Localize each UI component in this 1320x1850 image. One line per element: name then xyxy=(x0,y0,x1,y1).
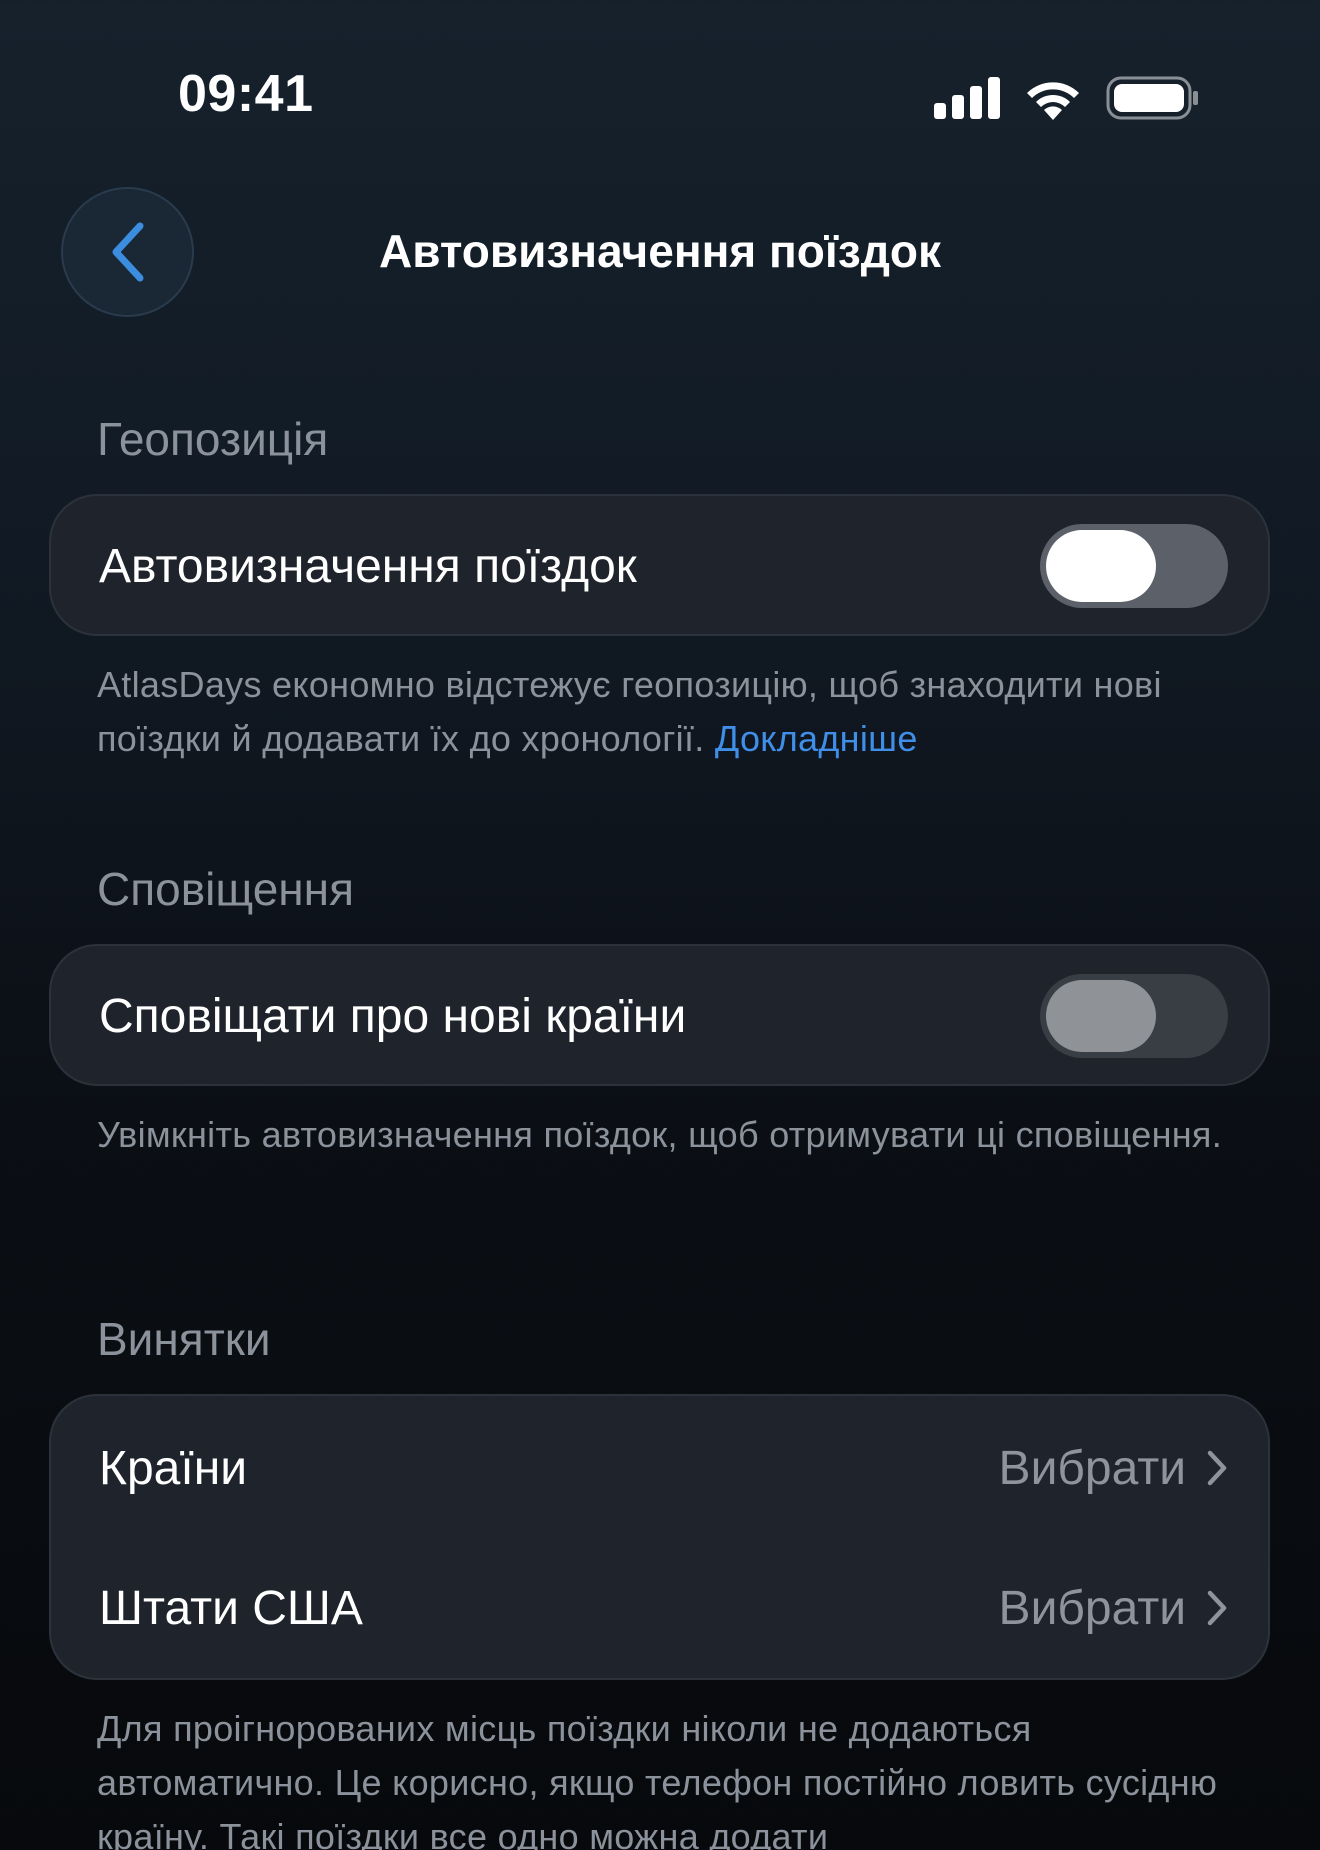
page-title-text: Автовизначення поїздок xyxy=(378,225,942,277)
countries-label: Країни xyxy=(99,1441,248,1495)
notify-new-countries-toggle[interactable] xyxy=(1040,974,1228,1058)
notifications-card: Сповіщати про нові країни xyxy=(49,944,1270,1086)
status-icons xyxy=(934,76,1200,120)
learn-more-link[interactable]: Докладніше xyxy=(715,718,918,759)
section-header-exceptions: Винятки xyxy=(97,1313,271,1365)
countries-value: Вибрати xyxy=(998,1441,1186,1495)
battery-icon xyxy=(1106,76,1198,120)
wifi-icon xyxy=(1027,82,1079,120)
auto-trip-detection-row: Автовизначення поїздок xyxy=(51,496,1268,636)
cellular-signal-icon xyxy=(934,77,1000,119)
exceptions-card: Країни Вибрати Штати США Вибрати xyxy=(49,1394,1270,1680)
toggle-knob xyxy=(1046,530,1156,602)
notify-new-countries-row: Сповіщати про нові країни xyxy=(51,946,1268,1086)
us-states-value: Вибрати xyxy=(998,1581,1186,1635)
toggle-knob xyxy=(1046,980,1156,1052)
us-states-label: Штати США xyxy=(99,1581,363,1635)
auto-trip-detection-toggle[interactable] xyxy=(1040,524,1228,608)
geoposition-footnote: AtlasDays економно відстежує геопозицію,… xyxy=(97,658,1237,766)
notifications-footnote: Увімкніть автовизначення поїздок, щоб от… xyxy=(97,1114,1223,1155)
status-bar: 09:41 xyxy=(0,0,1320,150)
geoposition-card: Автовизначення поїздок xyxy=(49,494,1270,636)
chevron-right-icon xyxy=(1207,1590,1227,1626)
chevron-right-icon xyxy=(1207,1450,1227,1486)
us-states-row[interactable]: Штати США Вибрати xyxy=(51,1538,1268,1678)
status-time: 09:41 xyxy=(178,65,314,123)
page-title: Автовизначення поїздок xyxy=(0,224,1320,278)
geoposition-footnote-text: AtlasDays економно відстежує геопозицію,… xyxy=(97,664,1162,759)
section-header-notifications: Сповіщення xyxy=(97,863,354,915)
countries-row[interactable]: Країни Вибрати xyxy=(51,1398,1268,1538)
exceptions-footnote: Для проігнорованих місць поїздки ніколи … xyxy=(97,1708,1218,1850)
section-header-geoposition: Геопозиція xyxy=(97,413,329,465)
